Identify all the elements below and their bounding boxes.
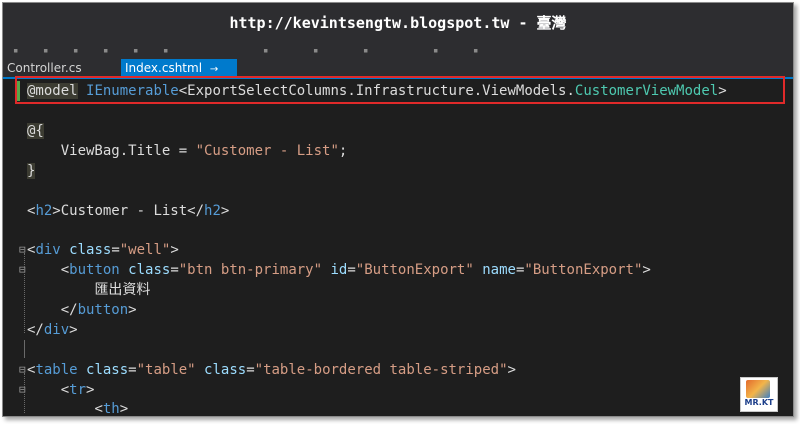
code-token: = — [111, 242, 120, 258]
toolbar-icon[interactable]: ▪ — [473, 46, 478, 56]
toolbar-icon[interactable]: ▪ — [13, 46, 18, 56]
toolbar-icon[interactable]: ▪ — [313, 46, 318, 56]
html-tag: button — [77, 302, 129, 318]
html-tag: div — [35, 242, 61, 258]
code-token: > — [128, 302, 137, 318]
html-attribute-value: "well" — [119, 242, 171, 258]
html-tag: tr — [69, 382, 87, 398]
razor-block-open: @{ — [27, 123, 44, 139]
html-attribute: id — [322, 262, 348, 278]
code-line-viewbag: ViewBag.Title = "Customer - List"; — [27, 141, 348, 161]
toolbar: ▪ ▪ ▪ ▪ ▪ ▪ ▪ ▪ ▪ ▪ ▪ — [3, 43, 793, 59]
code-token: > — [52, 203, 61, 219]
toolbar-icon[interactable]: ▪ — [433, 46, 438, 56]
html-tag: h2 — [204, 203, 221, 219]
html-attribute-value: "ButtonExport" — [355, 262, 474, 278]
highlight-annotation — [15, 76, 785, 104]
html-tag: table — [35, 362, 78, 378]
html-attribute: class — [119, 262, 171, 278]
html-attribute: class — [60, 242, 112, 258]
code-token: = — [128, 362, 137, 378]
html-tag: div — [43, 322, 70, 338]
toolbar-icon[interactable]: ▪ — [73, 46, 78, 56]
html-attribute: class — [77, 362, 129, 378]
html-attribute: class — [195, 362, 247, 378]
code-token: < — [94, 401, 103, 417]
tab-controller-cs[interactable]: Controller.cs — [3, 59, 121, 77]
code-token: > — [119, 401, 129, 417]
code-token: = — [170, 262, 179, 278]
tab-label: Controller.cs — [7, 61, 82, 75]
code-text: ViewBag.Title = — [60, 143, 196, 159]
logo-mark-icon — [746, 380, 770, 398]
toolbar-icon[interactable]: ▪ — [103, 46, 108, 56]
blog-logo: MR.KT — [740, 377, 778, 412]
code-token: < — [60, 382, 70, 398]
code-token: ; — [338, 143, 348, 159]
code-line-button-text: 匯出資料 — [27, 280, 150, 300]
code-line: } — [27, 161, 36, 181]
html-attribute: name — [473, 262, 516, 278]
code-line: <tr> — [27, 380, 95, 400]
tab-index-cshtml[interactable]: Index.cshtml → × — [121, 59, 237, 95]
html-attribute-value: "btn btn-primary" — [178, 262, 323, 278]
code-line-h2: <h2>Customer - List</h2> — [27, 201, 229, 221]
code-line: </div> — [27, 320, 78, 340]
editor-window: http://kevintsengtw.blogspot.tw - 臺灣 ▪ ▪… — [2, 2, 794, 417]
code-token: </ — [187, 203, 205, 219]
watermark-url: http://kevintsengtw.blogspot.tw - 臺灣 — [229, 14, 567, 32]
code-token: > — [220, 203, 230, 219]
toolbar-icon[interactable]: ▪ — [133, 46, 138, 56]
code-token: </ — [27, 322, 44, 338]
html-tag: th — [102, 401, 120, 417]
toolbar-icon[interactable]: ▪ — [163, 46, 168, 56]
fold-guide-icon — [24, 373, 25, 413]
code-text: 匯出資料 — [94, 282, 151, 298]
code-token: > — [507, 362, 516, 378]
razor-block-close: } — [27, 163, 36, 179]
logo-text: MR.KT — [744, 398, 774, 407]
code-line-div: <div class="well"> — [27, 240, 179, 260]
html-attribute-value: "table" — [136, 362, 196, 378]
code-line-table: <table class="table" class="table-border… — [27, 360, 516, 380]
code-token: > — [170, 242, 179, 258]
code-token: > — [69, 322, 78, 338]
title-bar: http://kevintsengtw.blogspot.tw - 臺灣 — [3, 3, 793, 45]
fold-guide-icon — [24, 340, 25, 358]
code-line: </button> — [27, 300, 137, 320]
pin-icon[interactable]: → — [210, 64, 218, 75]
html-tag: button — [69, 262, 120, 278]
code-token: = — [246, 362, 255, 378]
tab-label: Index.cshtml — [125, 61, 203, 75]
fold-guide-icon — [24, 253, 25, 333]
html-tag: h2 — [35, 203, 53, 219]
code-token: > — [642, 262, 651, 278]
html-attribute-value: "table-bordered table-striped" — [254, 362, 508, 378]
code-line: @{ — [27, 121, 44, 141]
code-token: </ — [60, 302, 78, 318]
code-text: Customer - List — [60, 203, 188, 219]
code-token: > — [86, 382, 95, 398]
toolbar-icon[interactable]: ▪ — [43, 46, 48, 56]
code-line: <th> — [27, 399, 129, 417]
code-token: < — [60, 262, 70, 278]
code-line-button: <button class="btn btn-primary" id="Butt… — [27, 260, 651, 280]
code-token: = — [347, 262, 356, 278]
toolbar-icon[interactable]: ▪ — [263, 46, 268, 56]
code-string: "Customer - List" — [195, 143, 339, 159]
html-attribute-value: "ButtonExport" — [524, 262, 643, 278]
toolbar-icon[interactable]: ▪ — [363, 46, 368, 56]
